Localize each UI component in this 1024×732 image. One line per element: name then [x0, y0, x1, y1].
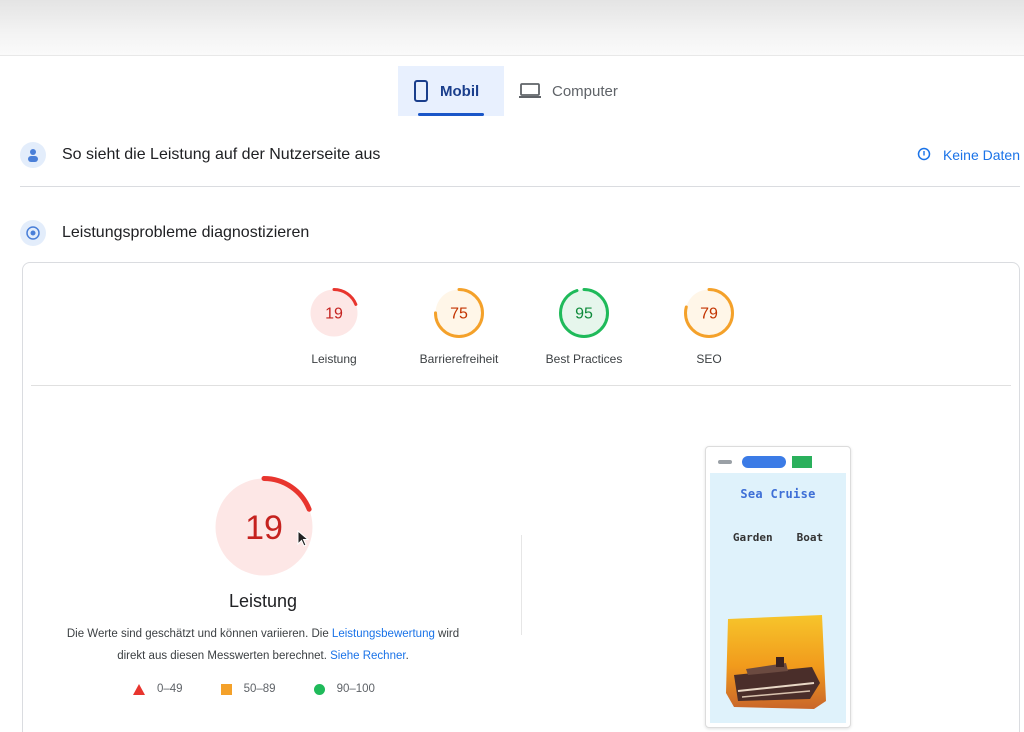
tab-desktop[interactable]: Computer: [504, 66, 628, 116]
score-gauges: 19 Leistung 75 Barrierefreiheit 95 Best …: [23, 287, 1019, 387]
gauge-value: 19: [325, 306, 343, 323]
section-divider: [20, 186, 1020, 187]
tab-desktop-label: Computer: [552, 82, 618, 100]
legend-range: 90–100: [336, 683, 375, 695]
legend-range: 50–89: [243, 683, 276, 695]
gauge-ring: 19: [309, 288, 359, 338]
field-data-title: So sieht die Leistung auf der Nutzerseit…: [62, 146, 381, 163]
preview-page: Sea Cruise Garden Boat: [710, 473, 846, 723]
gauge-seo[interactable]: 79 SEO: [644, 287, 774, 366]
calculator-link[interactable]: Siehe Rechner: [330, 650, 405, 662]
gauges-divider: [31, 385, 1011, 386]
lab-data-header: Leistungsprobleme diagnostizieren: [20, 215, 1020, 251]
main-performance-gauge: 19: [212, 475, 316, 579]
no-data-link[interactable]: Keine Daten: [917, 147, 1020, 164]
gauge-label: Best Practices: [545, 352, 623, 366]
preview-nav-item: Garden: [732, 531, 773, 544]
smartphone-icon: [412, 80, 430, 102]
preview-nav: Garden Boat: [710, 531, 846, 544]
desc-text-1: Die Werte sind geschätzt und können vari…: [66, 628, 332, 640]
legend-average: 50–89: [220, 683, 276, 695]
laptop-icon: [518, 82, 542, 100]
diagnose-icon: [20, 220, 46, 246]
score-description: Die Werte sind geschätzt und können vari…: [53, 623, 473, 667]
gauge-value: 75: [450, 306, 468, 323]
preview-blue-pill: [742, 456, 786, 468]
no-data-label: Keine Daten: [942, 147, 1020, 163]
gauge-label: Barrierefreiheit: [419, 352, 499, 366]
gauge-ring: 95: [559, 288, 609, 338]
gauge-value: 19: [245, 509, 283, 547]
gauge-accessibility[interactable]: 75 Barrierefreiheit: [394, 287, 524, 366]
legend-pass: 90–100: [313, 683, 375, 695]
legend-range: 0–49: [157, 683, 183, 695]
gauge-ring: 75: [434, 288, 484, 338]
preview-green-pill: [792, 456, 812, 468]
score-legend: 0–49 50–89 90–100: [133, 683, 375, 695]
gauge-value: 95: [575, 306, 593, 323]
triangle-icon: [133, 683, 145, 695]
gauge-performance[interactable]: 19 Leistung: [269, 287, 399, 366]
browser-top-band: [0, 0, 1024, 56]
device-tabs: Mobil Computer: [398, 66, 628, 116]
gauge-ring: 79: [684, 288, 734, 338]
preview-browser-bar: [706, 447, 850, 473]
preview-menu-pill: [718, 460, 732, 464]
gauge-best-practices[interactable]: 95 Best Practices: [519, 287, 649, 366]
vertical-divider: [521, 535, 522, 635]
preview-site-title: Sea Cruise: [740, 487, 816, 501]
tab-mobile-label: Mobil: [440, 82, 480, 100]
tab-mobile[interactable]: Mobil: [398, 66, 504, 116]
cruise-ship-image: [726, 615, 826, 709]
gauge-label: SEO: [696, 352, 722, 366]
preview-nav-item: Boat: [796, 531, 824, 544]
info-icon: [917, 147, 931, 164]
mobile-screenshot-preview: Sea Cruise Garden Boat: [705, 446, 851, 728]
gauge-label: Leistung: [311, 352, 357, 366]
main-gauge-ring: 19: [213, 476, 315, 578]
main-score-label: Leistung: [228, 591, 298, 611]
mouse-cursor-icon: [297, 530, 309, 547]
performance-score-link[interactable]: Leistungsbewertung: [332, 628, 435, 640]
square-icon: [220, 683, 232, 695]
lighthouse-report: 19 Leistung 75 Barrierefreiheit 95 Best …: [22, 262, 1020, 732]
lab-data-title: Leistungsprobleme diagnostizieren: [62, 224, 310, 241]
users-icon: [20, 142, 46, 168]
legend-fail: 0–49: [133, 683, 183, 695]
circle-icon: [313, 683, 325, 695]
desc-text-3: .: [405, 650, 409, 662]
gauge-value: 79: [700, 306, 718, 323]
field-data-header: So sieht die Leistung auf der Nutzerseit…: [20, 137, 1020, 173]
